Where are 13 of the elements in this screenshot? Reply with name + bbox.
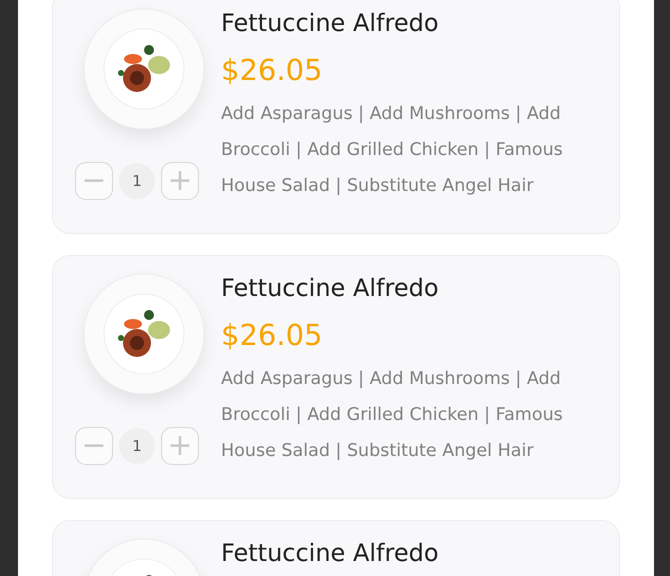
decrease-button[interactable]: − xyxy=(75,162,113,200)
item-description: Add Asparagus | Add Mushrooms | Add Broccoli | Add Grilled Chicken | Famous House Salad | Substitute Angel Hair xyxy=(221,368,564,463)
item-title: Fettuccine Alfredo xyxy=(221,8,440,38)
item-title: Fettuccine Alfredo xyxy=(221,273,440,303)
decrease-button[interactable]: − xyxy=(75,427,113,465)
item-title: Fettuccine Alfredo xyxy=(221,538,440,568)
increase-button[interactable]: + xyxy=(161,427,199,465)
item-description: Add Asparagus | Add Mushrooms | Add Broccoli | Add Grilled Chicken | Famous House Salad | Substitute Angel Hair xyxy=(221,103,564,198)
quantity-value: 1 xyxy=(119,163,155,199)
increase-button[interactable]: + xyxy=(161,162,199,200)
item-price: $26.05 xyxy=(221,52,324,88)
item-price: $26.05 xyxy=(221,317,324,353)
quantity-value: 1 xyxy=(119,428,155,464)
